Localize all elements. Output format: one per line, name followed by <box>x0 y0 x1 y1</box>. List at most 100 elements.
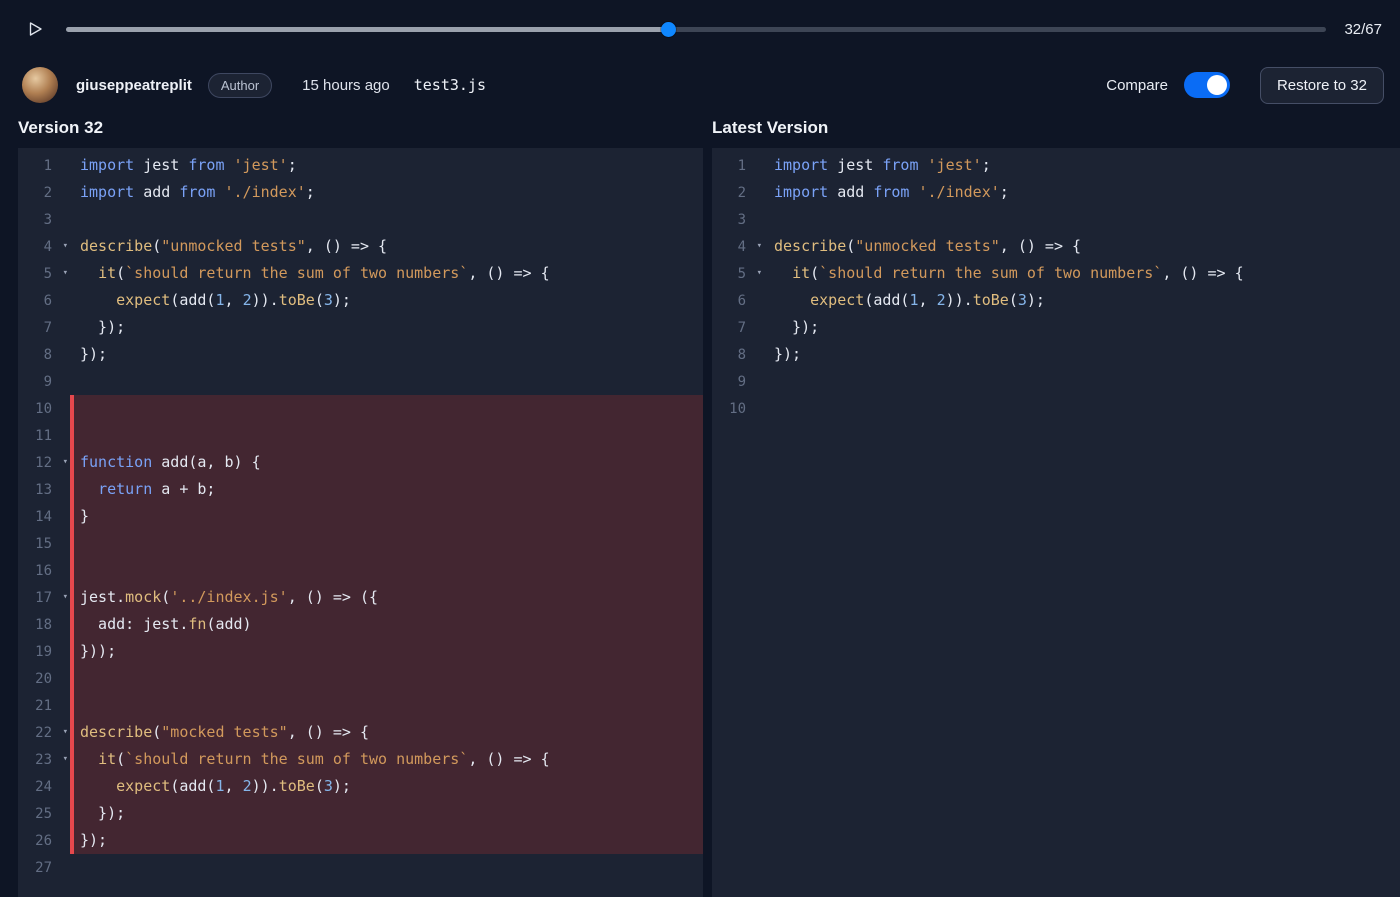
version-history-view: 32/67 giuseppeatreplit Author 15 hours a… <box>0 0 1400 897</box>
line-number-gutter: 14 <box>18 503 70 530</box>
code-line: 3 <box>712 206 1400 233</box>
fold-arrow-icon[interactable]: ▾ <box>63 449 68 476</box>
fold-arrow-icon[interactable]: ▾ <box>63 260 68 287</box>
code-line: 8}); <box>712 341 1400 368</box>
line-number-gutter: 16 <box>18 557 70 584</box>
compare-toggle[interactable] <box>1184 72 1230 98</box>
restore-button[interactable]: Restore to 32 <box>1260 67 1384 104</box>
code-line: 4▾describe("unmocked tests", () => { <box>18 233 703 260</box>
code-line: 18 add: jest.fn(add) <box>18 611 703 638</box>
code-line: 26}); <box>18 827 703 854</box>
history-scrubber-bar: 32/67 <box>0 0 1400 58</box>
code-text: describe("unmocked tests", () => { <box>764 233 1400 260</box>
line-number-gutter: 24 <box>18 773 70 800</box>
code-line: 23▾ it(`should return the sum of two num… <box>18 746 703 773</box>
fold-arrow-icon[interactable]: ▾ <box>63 719 68 746</box>
line-number-gutter: 2 <box>18 179 70 206</box>
code-text: import add from './index'; <box>70 179 703 206</box>
line-number-gutter: 5▾ <box>18 260 70 287</box>
code-text: import add from './index'; <box>764 179 1400 206</box>
left-pane-title: Version 32 <box>18 118 703 138</box>
removed-code-text <box>70 665 703 692</box>
line-number-gutter: 21 <box>18 692 70 719</box>
code-text: expect(add(1, 2)).toBe(3); <box>70 287 703 314</box>
author-badge: Author <box>208 73 272 98</box>
slider-thumb[interactable] <box>661 22 676 37</box>
code-line: 9 <box>712 368 1400 395</box>
slider-fill <box>66 27 668 32</box>
code-line: 4▾describe("unmocked tests", () => { <box>712 233 1400 260</box>
code-line: 6 expect(add(1, 2)).toBe(3); <box>18 287 703 314</box>
line-number-gutter: 11 <box>18 422 70 449</box>
code-text: import jest from 'jest'; <box>70 152 703 179</box>
code-line: 6 expect(add(1, 2)).toBe(3); <box>712 287 1400 314</box>
timestamp: 15 hours ago <box>302 77 390 94</box>
code-line: 9 <box>18 368 703 395</box>
code-line: 10 <box>712 395 1400 422</box>
removed-code-text: return a + b; <box>70 476 703 503</box>
code-text <box>70 854 703 881</box>
line-number-gutter: 9 <box>18 368 70 395</box>
line-number-gutter: 12▾ <box>18 449 70 476</box>
fold-arrow-icon[interactable]: ▾ <box>757 260 762 287</box>
removed-code-text <box>70 557 703 584</box>
diff-panels: 1import jest from 'jest';2import add fro… <box>18 148 1400 897</box>
line-number-gutter: 25 <box>18 800 70 827</box>
line-number-gutter: 20 <box>18 665 70 692</box>
line-number-gutter: 23▾ <box>18 746 70 773</box>
diff-headers: Version 32 Latest Version <box>18 118 1400 138</box>
line-number-gutter: 1 <box>712 152 764 179</box>
code-line: 27 <box>18 854 703 881</box>
code-text: }); <box>70 341 703 368</box>
code-line: 8}); <box>18 341 703 368</box>
line-number-gutter: 10 <box>18 395 70 422</box>
removed-code-text <box>70 422 703 449</box>
right-pane-title: Latest Version <box>712 118 1400 138</box>
play-button[interactable] <box>22 16 48 42</box>
removed-code-text <box>70 395 703 422</box>
line-number-gutter: 8 <box>712 341 764 368</box>
fold-arrow-icon[interactable]: ▾ <box>757 233 762 260</box>
code-text: it(`should return the sum of two numbers… <box>70 260 703 287</box>
code-line: 21 <box>18 692 703 719</box>
timeline-slider[interactable] <box>66 15 1326 43</box>
line-number-gutter: 4▾ <box>712 233 764 260</box>
line-number-gutter: 22▾ <box>18 719 70 746</box>
code-line: 3 <box>18 206 703 233</box>
fold-arrow-icon[interactable]: ▾ <box>63 584 68 611</box>
code-line: 20 <box>18 665 703 692</box>
code-text: expect(add(1, 2)).toBe(3); <box>764 287 1400 314</box>
code-text: }); <box>764 314 1400 341</box>
code-line: 7 }); <box>712 314 1400 341</box>
code-text <box>764 395 1400 422</box>
toggle-knob <box>1207 75 1227 95</box>
filename: test3.js <box>414 76 486 94</box>
code-line: 25 }); <box>18 800 703 827</box>
line-number-gutter: 15 <box>18 530 70 557</box>
line-number-gutter: 5▾ <box>712 260 764 287</box>
code-line: 22▾describe("mocked tests", () => { <box>18 719 703 746</box>
code-line: 15 <box>18 530 703 557</box>
fold-arrow-icon[interactable]: ▾ <box>63 746 68 773</box>
line-number-gutter: 4▾ <box>18 233 70 260</box>
code-line: 24 expect(add(1, 2)).toBe(3); <box>18 773 703 800</box>
removed-code-text: })); <box>70 638 703 665</box>
line-number-gutter: 9 <box>712 368 764 395</box>
code-line: 5▾ it(`should return the sum of two numb… <box>712 260 1400 287</box>
avatar <box>22 67 58 103</box>
line-number-gutter: 2 <box>712 179 764 206</box>
code-line: 17▾jest.mock('../index.js', () => ({ <box>18 584 703 611</box>
code-line: 16 <box>18 557 703 584</box>
line-number-gutter: 13 <box>18 476 70 503</box>
fold-arrow-icon[interactable]: ▾ <box>63 233 68 260</box>
code-panel-latest[interactable]: 1import jest from 'jest';2import add fro… <box>712 148 1400 897</box>
line-number-gutter: 3 <box>712 206 764 233</box>
code-text <box>70 368 703 395</box>
code-text <box>70 206 703 233</box>
code-line: 1import jest from 'jest'; <box>712 152 1400 179</box>
username: giuseppeatreplit <box>76 77 192 94</box>
code-line: 14} <box>18 503 703 530</box>
code-panel-version-32[interactable]: 1import jest from 'jest';2import add fro… <box>18 148 703 897</box>
code-line: 13 return a + b; <box>18 476 703 503</box>
line-number-gutter: 18 <box>18 611 70 638</box>
